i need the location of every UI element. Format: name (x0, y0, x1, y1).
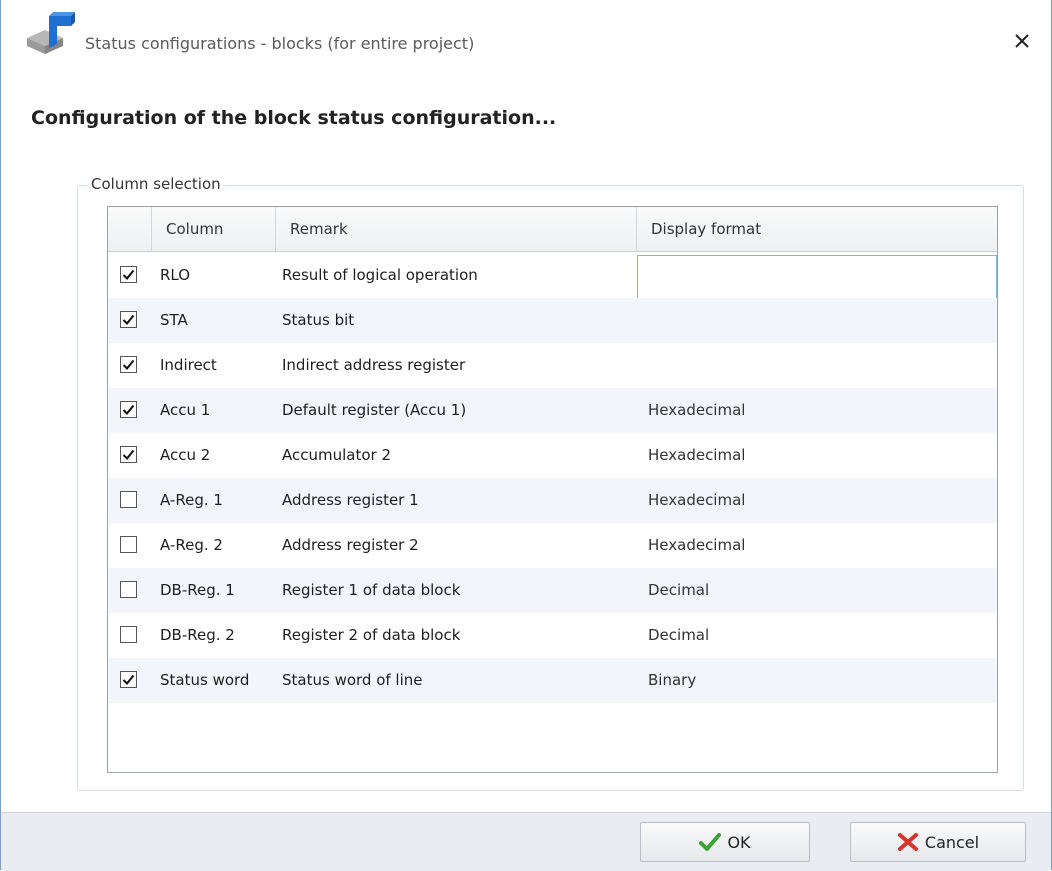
row-remark: Default register (Accu 1) (282, 401, 467, 419)
table-row[interactable]: STA Status bit (108, 298, 997, 343)
display-format-edit-field[interactable] (637, 255, 997, 299)
table-row[interactable]: DB-Reg. 2 Register 2 of data block Decimal (108, 613, 997, 658)
row-checkbox[interactable] (120, 626, 137, 643)
row-remark: Register 1 of data block (282, 581, 461, 599)
row-column-name: DB-Reg. 2 (160, 626, 235, 644)
row-remark: Result of logical operation (282, 266, 478, 284)
dialog-heading: Configuration of the block status config… (31, 107, 557, 129)
table-row[interactable]: Indirect Indirect address register (108, 343, 997, 388)
checkmark-icon (122, 449, 135, 460)
header-remark[interactable]: Remark (276, 207, 637, 251)
table-row[interactable]: Accu 2 Accumulator 2 Hexadecimal (108, 433, 997, 478)
row-checkbox[interactable] (120, 491, 137, 508)
row-display-format[interactable]: Decimal (648, 613, 709, 658)
header-column[interactable]: Column (152, 207, 276, 251)
ok-button-label: OK (727, 832, 751, 852)
table-row[interactable]: Accu 1 Default register (Accu 1) Hexadecim… (108, 388, 997, 433)
header-display-format[interactable]: Display format (637, 207, 997, 251)
row-checkbox[interactable] (120, 671, 137, 688)
row-checkbox[interactable] (120, 401, 137, 418)
column-grid: Column Remark Display format RLO Result o… (107, 206, 998, 773)
row-column-name: A-Reg. 1 (160, 491, 223, 509)
row-column-name: Accu 1 (160, 401, 211, 419)
close-button[interactable] (1009, 28, 1035, 54)
checkmark-icon (122, 404, 135, 415)
table-row[interactable]: A-Reg. 1 Address register 1 Hexadecimal (108, 478, 997, 523)
row-checkbox[interactable] (120, 356, 137, 373)
row-column-name: Status word (160, 671, 250, 689)
checkmark-icon (122, 269, 135, 280)
close-icon (1015, 34, 1029, 48)
row-remark: Status bit (282, 311, 355, 329)
row-checkbox[interactable] (120, 266, 137, 283)
title-bar: Status configurations - blocks (for enti… (1, 0, 1051, 88)
row-remark: Accumulator 2 (282, 446, 392, 464)
row-checkbox[interactable] (120, 446, 137, 463)
row-remark: Status word of line (282, 671, 423, 689)
row-column-name: A-Reg. 2 (160, 536, 223, 554)
row-remark: Register 2 of data block (282, 626, 461, 644)
row-remark: Indirect address register (282, 356, 466, 374)
window-title: Status configurations - blocks (for enti… (85, 34, 475, 53)
x-icon (897, 833, 918, 851)
checkmark-icon (122, 674, 135, 685)
row-column-name: DB-Reg. 1 (160, 581, 235, 599)
table-row[interactable]: Status word Status word of line Binary (108, 658, 997, 703)
table-row[interactable]: A-Reg. 2 Address register 2 Hexadecimal (108, 523, 997, 568)
app-icon (19, 4, 79, 64)
row-column-name: RLO (160, 266, 191, 284)
row-display-format[interactable]: Hexadecimal (648, 478, 745, 523)
row-column-name: Indirect (160, 356, 217, 374)
row-checkbox[interactable] (120, 311, 137, 328)
row-display-format[interactable]: Hexadecimal (648, 523, 745, 568)
table-row[interactable]: DB-Reg. 1 Register 1 of data block Decimal (108, 568, 997, 613)
dialog-window: Status configurations - blocks (for enti… (0, 0, 1052, 871)
row-checkbox[interactable] (120, 536, 137, 553)
row-column-name: Accu 2 (160, 446, 211, 464)
column-selection-label: Column selection (87, 175, 225, 193)
row-display-format[interactable]: Hexadecimal (648, 388, 745, 433)
table-row[interactable]: RLO Result of logical operation (108, 253, 997, 299)
ok-button[interactable]: OK (640, 822, 810, 862)
row-checkbox[interactable] (120, 581, 137, 598)
row-display-format[interactable]: Binary (648, 658, 696, 703)
checkmark-icon (122, 314, 135, 325)
row-remark: Address register 2 (282, 536, 419, 554)
cancel-button[interactable]: Cancel (850, 822, 1026, 862)
checkmark-icon (122, 359, 135, 370)
row-display-format[interactable]: Decimal (648, 568, 709, 613)
header-checkbox-column (108, 207, 152, 251)
row-column-name: STA (160, 311, 188, 329)
checkmark-icon (699, 833, 722, 851)
grid-header: Column Remark Display format (108, 207, 997, 252)
row-remark: Address register 1 (282, 491, 419, 509)
cancel-button-label: Cancel (924, 832, 980, 852)
row-display-format[interactable]: Hexadecimal (648, 433, 745, 478)
